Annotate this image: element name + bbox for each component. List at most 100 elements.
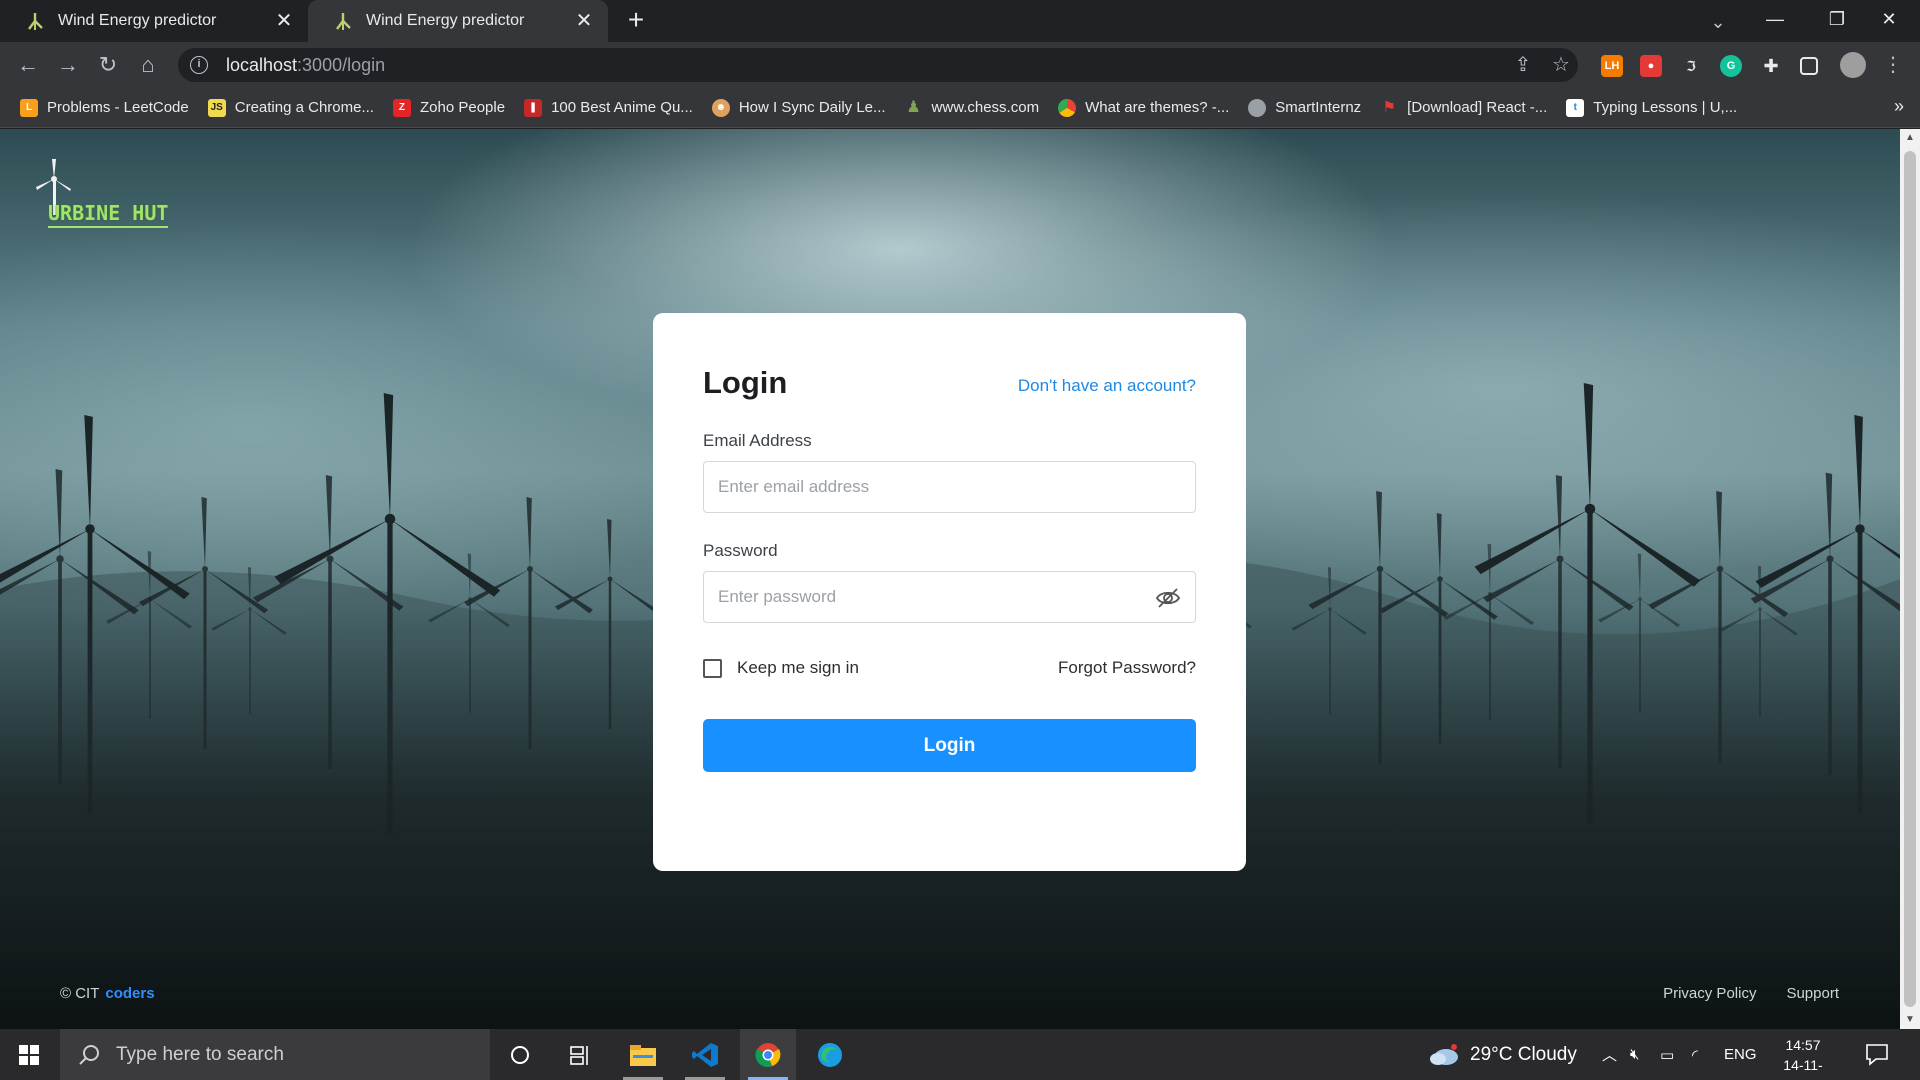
bookmark-item[interactable]: ☻ How I Sync Daily Le... [711, 98, 886, 117]
remember-me[interactable]: Keep me sign in [703, 658, 859, 678]
more-bookmarks-icon[interactable]: » [1894, 96, 1904, 117]
leetcode-icon: L [20, 98, 38, 117]
minimize-icon[interactable]: — [1744, 0, 1806, 38]
scrollbar-thumb[interactable] [1904, 151, 1916, 1007]
home-icon[interactable]: ⌂ [132, 49, 164, 81]
password-label: Password [703, 541, 778, 560]
scroll-down-icon[interactable]: ▼ [1900, 1011, 1920, 1029]
window-close-icon[interactable]: ✕ [1858, 0, 1920, 38]
address-bar[interactable]: i localhost:3000/login [178, 48, 1578, 82]
windows-start-icon[interactable] [0, 1029, 58, 1080]
file-explorer-icon[interactable] [615, 1029, 671, 1080]
tab-title: Wind Energy predictor [58, 12, 217, 29]
forward-icon[interactable]: → [52, 49, 84, 81]
share-icon[interactable]: ⇪ [1508, 49, 1538, 81]
url-host: localhost [226, 54, 298, 75]
clock-date: 14-11-2022 [1783, 1057, 1823, 1080]
lighthouse-extension-icon[interactable]: LH [1601, 55, 1623, 77]
bookmark-item[interactable]: ❚ 100 Best Anime Qu... [524, 98, 693, 117]
volume-muted-icon[interactable]: 🔇︎ [1630, 1029, 1639, 1080]
bookmark-label: [Download] React -... [1407, 99, 1548, 116]
taskbar-search-input[interactable]: Type here to search [60, 1029, 490, 1080]
edge-icon[interactable] [802, 1029, 858, 1080]
email-label: Email Address [703, 431, 812, 450]
chrome-taskbar-icon[interactable] [740, 1029, 796, 1080]
vscode-icon[interactable] [677, 1029, 733, 1080]
new-tab-button[interactable]: + [622, 6, 650, 35]
bookmark-label: Zoho People [419, 99, 506, 116]
bookmark-item[interactable]: JS Creating a Chrome... [207, 98, 374, 117]
bookmark-label: Problems - LeetCode [47, 99, 189, 116]
extension-icon[interactable]: ● [1640, 55, 1662, 77]
forgot-password-link[interactable]: Forgot Password? [1058, 658, 1196, 678]
bookmark-label: www.chess.com [931, 99, 1040, 116]
bookmark-item[interactable]: L Problems - LeetCode [20, 98, 189, 117]
tab-search-icon[interactable]: ⌄ [1704, 8, 1732, 36]
bookmark-item[interactable]: t Typing Lessons | U,... [1566, 98, 1738, 117]
taskbar-clock[interactable]: 14:57 14-11-2022 [1768, 1035, 1838, 1080]
scroll-up-icon[interactable]: ▲ [1900, 129, 1920, 147]
tab-title: Wind Energy predictor [366, 12, 525, 29]
zoho-icon: Z [392, 98, 411, 117]
turbine-favicon-icon [332, 10, 354, 32]
remember-checkbox[interactable] [703, 658, 722, 678]
email-placeholder: Enter email address [718, 477, 870, 496]
typing-icon: t [1566, 98, 1585, 117]
kebab-menu-icon[interactable]: ⋮ [1878, 49, 1908, 81]
copyright-text: © CIT [60, 985, 100, 1002]
browser-tab[interactable]: Wind Energy predictor ✕ [0, 0, 308, 42]
cortana-icon[interactable] [492, 1029, 548, 1080]
battery-icon[interactable]: ▭ [1660, 1029, 1674, 1080]
close-icon[interactable]: ✕ [574, 11, 594, 31]
signup-link[interactable]: Don't have an account? [1018, 376, 1196, 396]
bookmark-label: SmartInternz [1275, 99, 1362, 116]
bookmark-label: How I Sync Daily Le... [738, 99, 886, 116]
taskbar-search-placeholder: Type here to search [116, 1043, 284, 1065]
remember-label: Keep me sign in [737, 658, 859, 677]
grammarly-extension-icon[interactable]: G [1720, 55, 1742, 77]
footer-brand-link[interactable]: coders [105, 985, 154, 1002]
eye-off-icon[interactable] [1155, 585, 1181, 611]
bookmark-item[interactable]: What are themes? -... [1058, 98, 1229, 117]
wifi-icon[interactable]: ◜ [1692, 1029, 1698, 1080]
bookmark-label: Typing Lessons | U,... [1593, 99, 1738, 116]
profile-avatar-icon[interactable] [1840, 52, 1866, 78]
notification-center-icon[interactable] [1864, 1041, 1890, 1067]
chess-pawn-icon: ♟ [906, 98, 921, 116]
bookmark-star-icon[interactable]: ☆ [1546, 49, 1576, 81]
url-path: :3000/login [297, 54, 386, 75]
bookmark-item[interactable]: SmartInternz [1248, 98, 1362, 117]
url-text: localhost:3000/login [226, 55, 385, 76]
email-field[interactable]: Enter email address [703, 461, 1196, 513]
bookmark-label: 100 Best Anime Qu... [551, 99, 693, 116]
bookmark-item[interactable]: Z Zoho People [392, 98, 506, 117]
turbine-hut-logo[interactable]: URBINE HUT [34, 157, 184, 228]
globe-icon [1248, 98, 1267, 117]
browser-toolbar: ← → ↻ ⌂ i localhost:3000/login ⇪ ☆ LH ● … [0, 42, 1920, 88]
bookmark-label: Creating a Chrome... [234, 99, 374, 116]
task-view-icon[interactable] [552, 1029, 608, 1080]
password-field[interactable]: Enter password [703, 571, 1196, 623]
bookmark-item[interactable]: ⚑ [Download] React -... [1380, 99, 1547, 117]
language-indicator[interactable]: ENG [1724, 1029, 1757, 1080]
back-icon[interactable]: ← [12, 49, 44, 81]
page-scrollbar[interactable]: ▲ ▼ [1900, 129, 1920, 1029]
close-icon[interactable]: ✕ [274, 11, 294, 31]
weather-widget[interactable]: 29°C Cloudy [1428, 1029, 1577, 1080]
extension-icon[interactable]: ℑ [1680, 55, 1702, 77]
side-panel-icon[interactable] [1800, 57, 1818, 75]
login-button[interactable]: Login [703, 719, 1196, 772]
cloud-icon [1430, 1043, 1458, 1065]
windows-taskbar: Type here to search 29°C Cloudy ︿ 🔇︎ ▭ ◜… [0, 1029, 1920, 1080]
reload-icon[interactable]: ↻ [92, 49, 124, 81]
site-info-icon[interactable]: i [190, 56, 208, 74]
footer-links: Privacy Policy Support [1663, 985, 1839, 1002]
extensions-puzzle-icon[interactable]: ✚ [1760, 55, 1782, 77]
chrome-icon [1058, 98, 1077, 117]
privacy-policy-link[interactable]: Privacy Policy [1663, 985, 1756, 1002]
show-hidden-icons-icon[interactable]: ︿ [1602, 1029, 1617, 1080]
browser-tab-active[interactable]: Wind Energy predictor ✕ [308, 0, 608, 42]
support-link[interactable]: Support [1786, 985, 1839, 1002]
logo-text: URBINE HUT [48, 201, 169, 228]
bookmark-item[interactable]: ♟ www.chess.com [905, 98, 1040, 117]
